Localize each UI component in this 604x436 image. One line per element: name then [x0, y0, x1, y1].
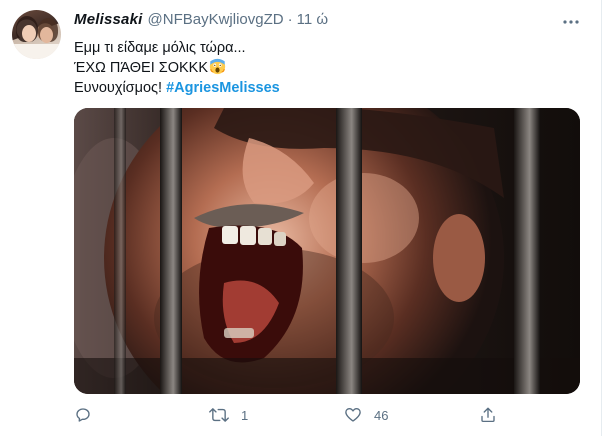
- like-button[interactable]: 46: [344, 405, 388, 425]
- tweet-actions: 1 46: [74, 405, 504, 425]
- screaming-face-icon: [209, 58, 226, 75]
- separator-dot: ·: [287, 11, 293, 28]
- tweet-timestamp[interactable]: 11 ώ: [297, 11, 328, 28]
- retweet-icon: [209, 408, 229, 422]
- retweet-button[interactable]: 1: [209, 405, 248, 425]
- tweet-text: Εμμ τι είδαμε μόλις τώρα... ΈΧΩ ΠΆΘΕΙ ΣΟ…: [74, 38, 584, 98]
- tweet-line-1: Εμμ τι είδαμε μόλις τώρα...: [74, 40, 246, 56]
- heart-icon: [345, 408, 361, 422]
- avatar-art: [22, 25, 36, 42]
- reply-icon: [76, 408, 90, 422]
- tweet-line-3: Ευνουχίσμος! #AgriesMelisses: [74, 78, 584, 98]
- tweet-header: Melissaki @NFBayKwjliovgZD · 11 ώ: [74, 11, 328, 31]
- retweet-count: 1: [241, 407, 249, 423]
- like-count: 46: [374, 407, 389, 423]
- avatar-art: [12, 44, 61, 59]
- more-horizontal-icon: [563, 20, 579, 24]
- avatar-art: [40, 27, 53, 43]
- tweet-line-2: ΈΧΩ ΠΆΘΕΙ ΣΟΚΚΚ: [74, 58, 584, 78]
- tweet-line-2-text: ΈΧΩ ΠΆΘΕΙ ΣΟΚΚΚ: [74, 60, 209, 76]
- media-image: [74, 108, 580, 394]
- avatar[interactable]: [12, 10, 61, 59]
- tweet-card[interactable]: Melissaki @NFBayKwjliovgZD · 11 ώ Εμμ τι…: [0, 0, 602, 436]
- tweet-media[interactable]: [74, 108, 580, 394]
- user-handle[interactable]: @NFBayKwjliovgZD: [148, 11, 284, 28]
- reply-button[interactable]: [74, 405, 104, 425]
- more-options-button[interactable]: [562, 13, 580, 31]
- hashtag-link[interactable]: #AgriesMelisses: [166, 80, 280, 96]
- tweet-line-3-text: Ευνουχίσμος!: [74, 80, 167, 96]
- share-icon: [481, 407, 495, 423]
- display-name[interactable]: Melissaki: [74, 11, 143, 28]
- share-button[interactable]: [479, 405, 509, 425]
